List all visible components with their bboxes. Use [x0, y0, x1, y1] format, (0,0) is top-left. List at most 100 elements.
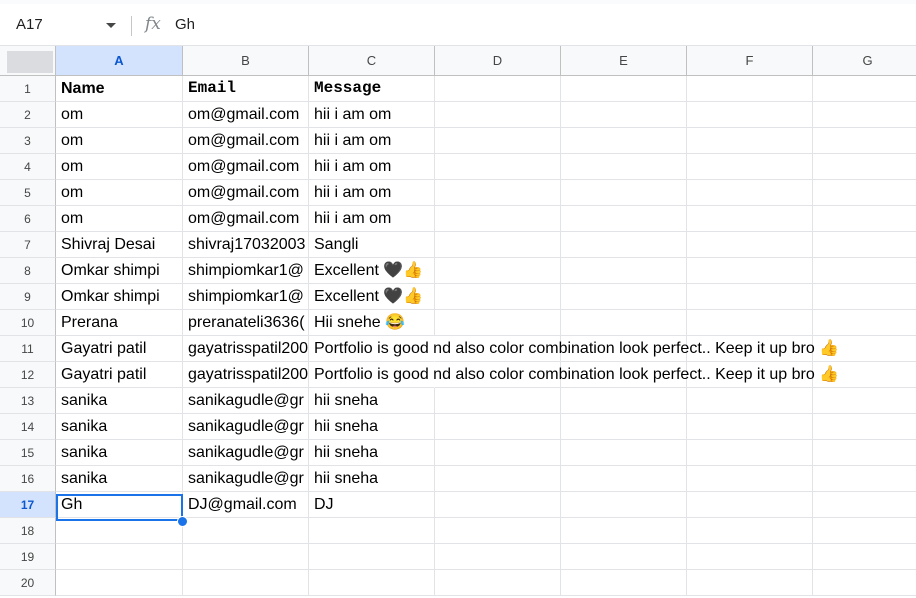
cell-a8[interactable]: Omkar shimpi	[56, 258, 183, 284]
cell-g8[interactable]	[813, 258, 916, 284]
row-header-10[interactable]: 10	[0, 310, 56, 336]
cell-b3[interactable]: om@gmail.com	[183, 128, 309, 154]
cell-e19[interactable]	[561, 544, 687, 570]
row-header-4[interactable]: 4	[0, 154, 56, 180]
row-header-5[interactable]: 5	[0, 180, 56, 206]
cell-f1[interactable]	[687, 76, 813, 102]
cell-e1[interactable]	[561, 76, 687, 102]
cell-e6[interactable]	[561, 206, 687, 232]
cell-b11[interactable]: gayatrisspatil200	[183, 336, 309, 362]
cell-g3[interactable]	[813, 128, 916, 154]
cell-e5[interactable]	[561, 180, 687, 206]
row-header-12[interactable]: 12	[0, 362, 56, 388]
cell-d2[interactable]	[435, 102, 561, 128]
row-header-8[interactable]: 8	[0, 258, 56, 284]
cell-c15[interactable]: hii sneha	[309, 440, 435, 466]
cell-g18[interactable]	[813, 518, 916, 544]
cell-c6[interactable]: hii i am om	[309, 206, 435, 232]
row-header-20[interactable]: 20	[0, 570, 56, 596]
cell-c18[interactable]	[309, 518, 435, 544]
cell-c13[interactable]: hii sneha	[309, 388, 435, 414]
column-header-c[interactable]: C	[309, 46, 435, 76]
cell-f17[interactable]	[687, 492, 813, 518]
column-header-e[interactable]: E	[561, 46, 687, 76]
cell-d18[interactable]	[435, 518, 561, 544]
cell-d6[interactable]	[435, 206, 561, 232]
cell-e4[interactable]	[561, 154, 687, 180]
cell-c8[interactable]: Excellent 🖤👍	[309, 258, 435, 284]
cell-f3[interactable]	[687, 128, 813, 154]
cell-e17[interactable]	[561, 492, 687, 518]
cell-b16[interactable]: sanikagudle@gr	[183, 466, 309, 492]
cell-a5[interactable]: om	[56, 180, 183, 206]
cell-a11[interactable]: Gayatri patil	[56, 336, 183, 362]
cell-f4[interactable]	[687, 154, 813, 180]
cell-b14[interactable]: sanikagudle@gr	[183, 414, 309, 440]
cell-c5[interactable]: hii i am om	[309, 180, 435, 206]
row-header-14[interactable]: 14	[0, 414, 56, 440]
cell-c10[interactable]: Hii snehe 😂	[309, 310, 435, 336]
column-header-f[interactable]: F	[687, 46, 813, 76]
fill-handle[interactable]	[177, 516, 188, 527]
cell-b6[interactable]: om@gmail.com	[183, 206, 309, 232]
cell-e9[interactable]	[561, 284, 687, 310]
cell-f5[interactable]	[687, 180, 813, 206]
cell-c1[interactable]: Message	[309, 76, 435, 102]
cell-g15[interactable]	[813, 440, 916, 466]
cell-d3[interactable]	[435, 128, 561, 154]
cell-d4[interactable]	[435, 154, 561, 180]
cell-g13[interactable]	[813, 388, 916, 414]
cell-c11[interactable]: Portfolio is good nd also color combinat…	[309, 336, 839, 362]
cell-f8[interactable]	[687, 258, 813, 284]
cell-e3[interactable]	[561, 128, 687, 154]
cell-g1[interactable]	[813, 76, 916, 102]
cell-b8[interactable]: shimpiomkar1@	[183, 258, 309, 284]
cell-f10[interactable]	[687, 310, 813, 336]
cell-c4[interactable]: hii i am om	[309, 154, 435, 180]
cell-c7[interactable]: Sangli	[309, 232, 435, 258]
cell-d20[interactable]	[435, 570, 561, 596]
cell-e15[interactable]	[561, 440, 687, 466]
cell-b18[interactable]	[183, 518, 309, 544]
cell-f2[interactable]	[687, 102, 813, 128]
cell-f13[interactable]	[687, 388, 813, 414]
cell-e13[interactable]	[561, 388, 687, 414]
cell-f18[interactable]	[687, 518, 813, 544]
cell-b19[interactable]	[183, 544, 309, 570]
cell-d16[interactable]	[435, 466, 561, 492]
cell-b15[interactable]: sanikagudle@gr	[183, 440, 309, 466]
row-header-11[interactable]: 11	[0, 336, 56, 362]
cell-g16[interactable]	[813, 466, 916, 492]
cell-b5[interactable]: om@gmail.com	[183, 180, 309, 206]
cell-e20[interactable]	[561, 570, 687, 596]
cell-d13[interactable]	[435, 388, 561, 414]
cell-g6[interactable]	[813, 206, 916, 232]
row-header-2[interactable]: 2	[0, 102, 56, 128]
cell-g19[interactable]	[813, 544, 916, 570]
cell-g20[interactable]	[813, 570, 916, 596]
cell-a16[interactable]: sanika	[56, 466, 183, 492]
row-header-6[interactable]: 6	[0, 206, 56, 232]
cell-f16[interactable]	[687, 466, 813, 492]
select-all-corner[interactable]	[0, 46, 56, 76]
cell-g17[interactable]	[813, 492, 916, 518]
cell-g4[interactable]	[813, 154, 916, 180]
cell-a13[interactable]: sanika	[56, 388, 183, 414]
column-header-b[interactable]: B	[183, 46, 309, 76]
cell-a18[interactable]	[56, 518, 183, 544]
cell-a19[interactable]	[56, 544, 183, 570]
cell-c3[interactable]: hii i am om	[309, 128, 435, 154]
cell-g9[interactable]	[813, 284, 916, 310]
cell-f15[interactable]	[687, 440, 813, 466]
cell-f6[interactable]	[687, 206, 813, 232]
cell-c14[interactable]: hii sneha	[309, 414, 435, 440]
cell-b12[interactable]: gayatrisspatil200	[183, 362, 309, 388]
cell-d8[interactable]	[435, 258, 561, 284]
cell-e14[interactable]	[561, 414, 687, 440]
row-header-9[interactable]: 9	[0, 284, 56, 310]
row-header-16[interactable]: 16	[0, 466, 56, 492]
cell-d5[interactable]	[435, 180, 561, 206]
cell-e2[interactable]	[561, 102, 687, 128]
row-header-7[interactable]: 7	[0, 232, 56, 258]
row-header-3[interactable]: 3	[0, 128, 56, 154]
